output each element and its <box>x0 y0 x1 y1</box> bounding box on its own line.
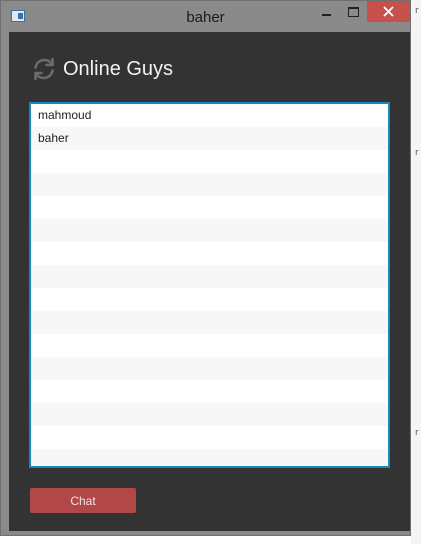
refresh-icon[interactable] <box>31 56 57 82</box>
maximize-icon <box>347 6 359 17</box>
background-window-edge: r r r <box>411 0 421 544</box>
close-icon <box>383 6 394 17</box>
app-window: baher Online Guys mahmoud baher Chat <box>0 0 411 536</box>
background-glyph: r <box>415 6 419 16</box>
minimize-button[interactable] <box>313 1 339 22</box>
list-item <box>31 311 388 334</box>
list-item <box>31 150 388 173</box>
main-panel: Online Guys mahmoud baher Chat <box>9 32 410 531</box>
close-button[interactable] <box>367 1 410 22</box>
chat-button[interactable]: Chat <box>30 488 136 513</box>
list-item <box>31 426 388 449</box>
maximize-button[interactable] <box>340 1 366 22</box>
background-glyph: r <box>415 148 419 158</box>
list-item <box>31 196 388 219</box>
list-item <box>31 288 388 311</box>
list-item[interactable]: mahmoud <box>31 104 388 127</box>
list-item <box>31 265 388 288</box>
list-item <box>31 380 388 403</box>
title-bar[interactable]: baher <box>1 1 410 32</box>
list-item <box>31 173 388 196</box>
header: Online Guys <box>31 54 173 84</box>
list-item <box>31 242 388 265</box>
list-item[interactable]: baher <box>31 127 388 150</box>
list-item <box>31 357 388 380</box>
minimize-icon <box>321 13 331 16</box>
list-item <box>31 219 388 242</box>
page-title: Online Guys <box>63 57 174 80</box>
online-users-list[interactable]: mahmoud baher <box>29 102 390 468</box>
list-item <box>31 334 388 357</box>
background-glyph: r <box>415 428 419 438</box>
list-item <box>31 403 388 426</box>
list-item <box>31 449 388 466</box>
